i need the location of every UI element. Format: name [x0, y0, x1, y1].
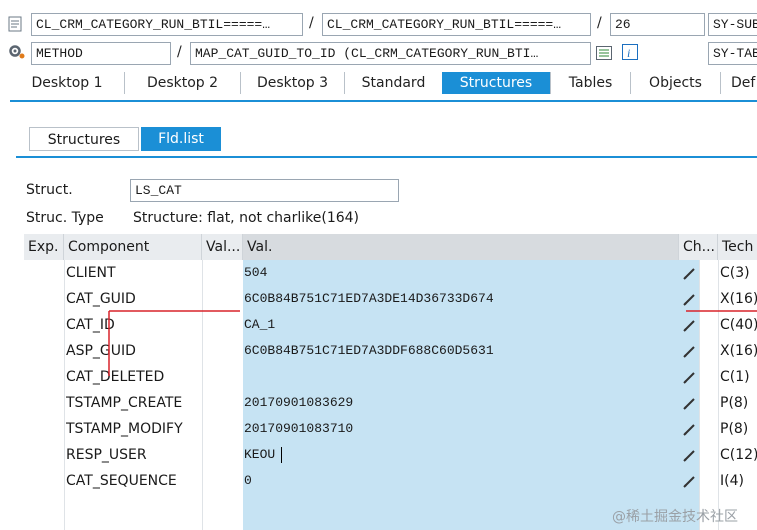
include-field[interactable]: CL_CRM_CATEGORY_RUN_BTIL=====… — [322, 13, 591, 36]
event-field[interactable]: MAP_CAT_GUID_TO_ID (CL_CRM_CATEGORY_RUN_… — [190, 42, 591, 65]
sy-tabix-field[interactable]: SY-TAB — [708, 42, 757, 65]
subtab-underline — [16, 156, 757, 158]
component-cell: CLIENT — [66, 265, 116, 281]
table-row[interactable]: RESP_USER KEOU C(12) — [24, 442, 757, 468]
component-cell: CAT_DELETED — [66, 369, 165, 385]
component-cell: TSTAMP_CREATE — [66, 395, 183, 411]
value-cell[interactable]: 6C0B84B751C71ED7A3DE14D36733D674 — [244, 286, 674, 312]
tab-structures[interactable]: Structures — [442, 72, 550, 94]
tech-type-cell: X(16) — [720, 343, 757, 359]
component-cell: CAT_SEQUENCE — [66, 473, 177, 489]
desktop-tabs: Desktop 1 Desktop 2 Desktop 3 Standard S… — [10, 72, 757, 96]
separator: / — [597, 15, 602, 31]
edit-pencil-icon[interactable] — [682, 343, 698, 359]
program-field[interactable]: CL_CRM_CATEGORY_RUN_BTIL=====… — [31, 13, 303, 36]
tab-desktop-2[interactable]: Desktop 2 — [124, 72, 240, 94]
line-number-field[interactable]: 26 — [610, 13, 705, 36]
table-row[interactable]: TSTAMP_CREATE 20170901083629 P(8) — [24, 390, 757, 416]
method-gear-icon — [8, 44, 26, 60]
value-cell[interactable]: 504 — [244, 260, 674, 286]
subtab-structures[interactable]: Structures — [29, 127, 139, 151]
table-row[interactable]: CAT_ID CA_1 C(40) — [24, 312, 757, 338]
edit-pencil-icon[interactable] — [682, 265, 698, 281]
tech-type-cell: C(12) — [720, 447, 757, 463]
table-row[interactable]: ASP_GUID 6C0B84B751C71ED7A3DDF688C60D563… — [24, 338, 757, 364]
svg-text:i: i — [627, 46, 630, 60]
component-cell: TSTAMP_MODIFY — [66, 421, 183, 437]
tech-type-cell: X(16) — [720, 291, 757, 307]
tab-desktop-3[interactable]: Desktop 3 — [240, 72, 344, 94]
value-cell[interactable]: CA_1 — [244, 312, 674, 338]
col-header-component[interactable]: Component — [64, 234, 202, 260]
col-header-val[interactable]: Val. — [243, 234, 679, 260]
tech-type-cell: P(8) — [720, 421, 749, 437]
edit-pencil-icon[interactable] — [682, 447, 698, 463]
edit-pencil-icon[interactable] — [682, 317, 698, 333]
col-header-exp[interactable]: Exp. — [24, 234, 64, 260]
edit-pencil-icon[interactable] — [682, 473, 698, 489]
text-cursor — [281, 447, 282, 463]
info-icon[interactable]: i — [622, 44, 638, 60]
component-cell: RESP_USER — [66, 447, 147, 463]
tab-standard[interactable]: Standard — [344, 72, 442, 94]
value-cell[interactable] — [244, 364, 674, 390]
tech-type-cell: C(1) — [720, 369, 750, 385]
watermark: @稀土掘金技术社区 — [612, 509, 738, 525]
value-cell[interactable]: 20170901083710 — [244, 416, 674, 442]
field-list-table: Exp. Component Val... Val. Ch... Tech CL… — [24, 234, 757, 530]
edit-pencil-icon[interactable] — [682, 395, 698, 411]
tab-def[interactable]: Def — [720, 72, 757, 94]
table-row[interactable]: TSTAMP_MODIFY 20170901083710 P(8) — [24, 416, 757, 442]
table-row[interactable]: CAT_GUID 6C0B84B751C71ED7A3DE14D36733D67… — [24, 286, 757, 312]
struct-input[interactable]: LS_CAT — [130, 179, 399, 202]
tech-type-cell: C(40) — [720, 317, 757, 333]
table-row[interactable]: CLIENT 504 C(3) — [24, 260, 757, 286]
col-header-change[interactable]: Ch... — [679, 234, 718, 260]
navigate-icon[interactable] — [596, 46, 612, 60]
edit-pencil-icon[interactable] — [682, 291, 698, 307]
edit-pencil-icon[interactable] — [682, 369, 698, 385]
separator: / — [309, 15, 314, 31]
struct-label: Struct. — [26, 182, 73, 198]
struc-type-value: Structure: flat, not charlike(164) — [133, 210, 360, 226]
tab-objects[interactable]: Objects — [630, 72, 720, 94]
component-cell: ASP_GUID — [66, 343, 136, 359]
value-cell[interactable]: 0 — [244, 468, 674, 494]
component-cell: CAT_ID — [66, 317, 115, 333]
tab-underline — [10, 100, 757, 102]
tab-tables[interactable]: Tables — [550, 72, 630, 94]
table-row[interactable]: CAT_SEQUENCE 0 I(4) — [24, 468, 757, 494]
component-cell: CAT_GUID — [66, 291, 136, 307]
subtab-fldlist[interactable]: Fld.list — [141, 127, 221, 151]
col-header-val-short[interactable]: Val... — [202, 234, 243, 260]
tab-desktop-1[interactable]: Desktop 1 — [10, 72, 124, 94]
col-header-tech[interactable]: Tech — [718, 234, 757, 260]
tech-type-cell: I(4) — [720, 473, 744, 489]
tech-type-cell: C(3) — [720, 265, 750, 281]
source-icon — [8, 16, 22, 32]
struc-type-label: Struc. Type — [26, 210, 104, 226]
value-cell[interactable]: 20170901083629 — [244, 390, 674, 416]
value-cell[interactable]: 6C0B84B751C71ED7A3DDF688C60D5631 — [244, 338, 674, 364]
edit-pencil-icon[interactable] — [682, 421, 698, 437]
tech-type-cell: P(8) — [720, 395, 749, 411]
separator: / — [177, 44, 182, 60]
table-row[interactable]: CAT_DELETED C(1) — [24, 364, 757, 390]
sy-subrc-field[interactable]: SY-SUB — [708, 13, 757, 36]
value-cell[interactable]: KEOU — [244, 442, 674, 468]
event-type-field[interactable]: METHOD — [31, 42, 171, 65]
